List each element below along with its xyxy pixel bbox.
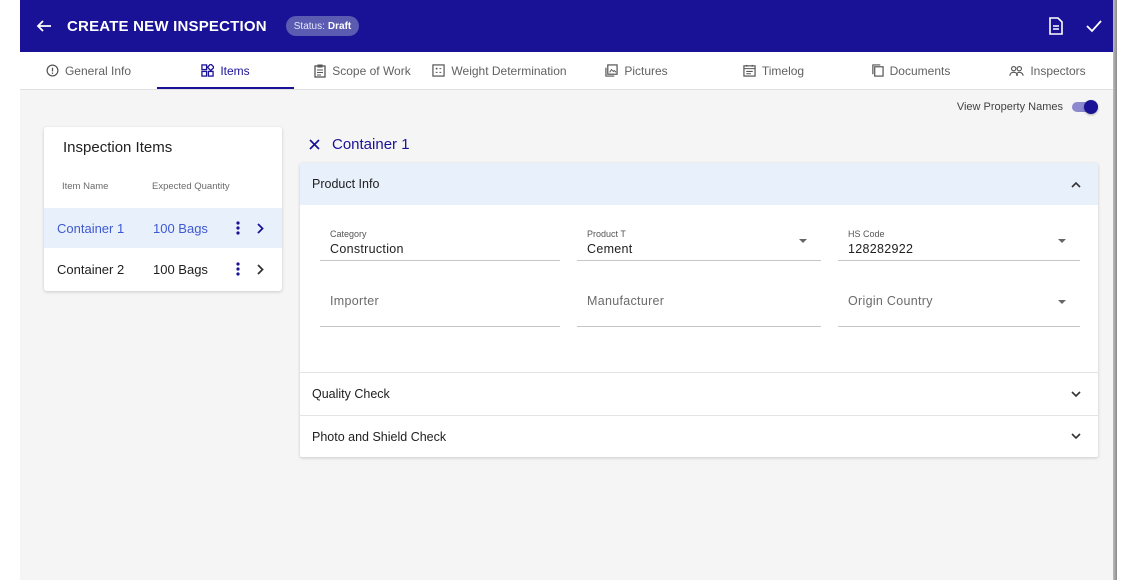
field-placeholder: Manufacturer bbox=[587, 294, 665, 308]
origin-country-select[interactable]: Origin Country bbox=[838, 271, 1080, 327]
tab-pictures[interactable]: Pictures bbox=[568, 52, 705, 89]
field-value: 128282922 bbox=[848, 242, 914, 256]
status-value: Draft bbox=[327, 20, 352, 32]
switch-thumb bbox=[1084, 100, 1098, 114]
tab-inspectors[interactable]: Inspectors bbox=[979, 52, 1116, 89]
column-header-item-name: Item Name bbox=[62, 181, 109, 192]
item-row-container-1[interactable]: Container 1 100 Bags bbox=[44, 208, 282, 248]
active-tab-indicator bbox=[157, 87, 294, 89]
dropdown-arrow-icon[interactable] bbox=[1058, 239, 1066, 243]
chevron-down-icon bbox=[1070, 388, 1082, 400]
field-placeholder: Origin Country bbox=[848, 294, 933, 308]
window-edge bbox=[1113, 0, 1117, 580]
copy-icon bbox=[871, 64, 884, 77]
dropdown-arrow-icon[interactable] bbox=[799, 239, 807, 243]
check-icon[interactable] bbox=[1084, 16, 1104, 36]
status-label: Status: bbox=[293, 20, 325, 32]
item-name: Container 2 bbox=[57, 261, 125, 277]
tab-general-info[interactable]: General Info bbox=[20, 52, 157, 89]
view-property-names-toggle-row: View Property Names bbox=[957, 100, 1098, 114]
section-label: Photo and Shield Check bbox=[312, 429, 447, 444]
toggle-label: View Property Names bbox=[956, 101, 1063, 113]
manufacturer-field[interactable]: Manufacturer bbox=[577, 271, 821, 327]
info-icon bbox=[46, 64, 59, 77]
image-icon bbox=[605, 64, 618, 77]
item-qty: 100 Bags bbox=[153, 261, 208, 277]
category-field[interactable]: Category Construction bbox=[320, 205, 560, 261]
document-icon[interactable] bbox=[1046, 16, 1066, 36]
item-name: Container 1 bbox=[57, 220, 125, 236]
tab-label: Pictures bbox=[624, 63, 668, 78]
tab-documents[interactable]: Documents bbox=[842, 52, 979, 89]
field-label: HS Code bbox=[848, 229, 885, 239]
section-photo-shield-header[interactable]: Photo and Shield Check bbox=[300, 415, 1098, 457]
item-detail-accordion: Product Info Category Construction Produ… bbox=[300, 163, 1098, 457]
clipboard-icon bbox=[314, 63, 326, 78]
tab-items[interactable]: Items bbox=[157, 52, 294, 89]
page-title: CREATE NEW INSPECTION bbox=[67, 17, 267, 35]
chevron-right-icon[interactable] bbox=[254, 220, 266, 236]
tab-label: Inspectors bbox=[1030, 63, 1086, 78]
detail-title: Container 1 bbox=[332, 136, 410, 153]
inspection-items-card: Inspection Items Item Name Expected Quan… bbox=[44, 127, 282, 291]
tab-timelog[interactable]: Timelog bbox=[705, 52, 842, 89]
chevron-right-icon[interactable] bbox=[254, 261, 266, 277]
section-quality-check-header[interactable]: Quality Check bbox=[300, 372, 1098, 415]
field-value: Construction bbox=[330, 242, 404, 256]
item-row-container-2[interactable]: Container 2 100 Bags bbox=[44, 249, 282, 289]
field-label: Product T bbox=[587, 229, 626, 239]
more-vert-icon[interactable] bbox=[233, 219, 243, 237]
chevron-up-icon bbox=[1070, 178, 1082, 190]
more-vert-icon[interactable] bbox=[233, 260, 243, 278]
field-placeholder: Importer bbox=[330, 294, 379, 308]
section-label: Product Info bbox=[312, 177, 380, 191]
top-app-bar: CREATE NEW INSPECTION Status: Draft bbox=[20, 0, 1116, 52]
importer-field[interactable]: Importer bbox=[320, 271, 560, 327]
tab-label: Items bbox=[220, 63, 250, 78]
arrow-back-icon[interactable] bbox=[34, 16, 54, 36]
field-value: Cement bbox=[587, 242, 633, 256]
hs-code-select[interactable]: HS Code 128282922 bbox=[838, 205, 1080, 261]
scale-icon bbox=[432, 64, 446, 77]
status-badge: Status: Draft bbox=[285, 16, 360, 36]
tab-label: Timelog bbox=[761, 63, 805, 78]
calendar-icon bbox=[743, 64, 756, 77]
grid-icon bbox=[201, 64, 215, 77]
dropdown-arrow-icon[interactable] bbox=[1058, 300, 1066, 304]
tab-label: General Info bbox=[64, 63, 132, 78]
section-label: Quality Check bbox=[312, 387, 390, 401]
detail-header: Container 1 bbox=[306, 136, 410, 153]
chevron-down-icon bbox=[1070, 431, 1082, 443]
product-type-select[interactable]: Product T Cement bbox=[577, 205, 821, 261]
section-product-info-header[interactable]: Product Info bbox=[300, 163, 1098, 205]
tab-label: Weight Determination bbox=[451, 63, 567, 78]
people-icon bbox=[1009, 65, 1024, 76]
tab-weight-determination[interactable]: Weight Determination bbox=[431, 52, 568, 89]
tab-label: Documents bbox=[889, 63, 951, 78]
card-title: Inspection Items bbox=[63, 139, 173, 156]
item-qty: 100 Bags bbox=[153, 220, 208, 236]
column-header-expected-quantity: Expected Quantity bbox=[152, 181, 230, 192]
tab-label: Scope of Work bbox=[332, 63, 411, 78]
close-icon[interactable] bbox=[306, 137, 322, 153]
app-window: CREATE NEW INSPECTION Status: Draft Gener… bbox=[20, 0, 1116, 580]
tab-bar: General Info Items Scope of Work Weight … bbox=[20, 52, 1116, 90]
view-property-names-switch[interactable] bbox=[1072, 100, 1098, 114]
field-label: Category bbox=[330, 229, 367, 239]
tab-scope-of-work[interactable]: Scope of Work bbox=[294, 52, 431, 89]
